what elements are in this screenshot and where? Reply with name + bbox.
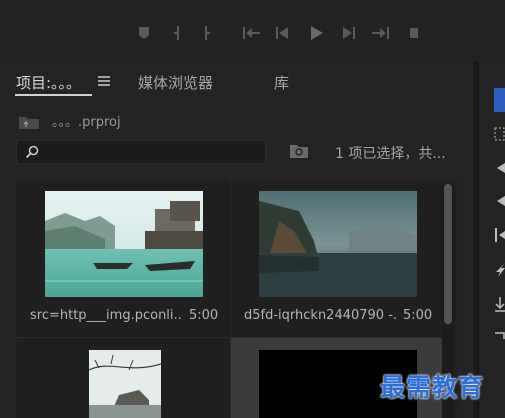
clip-item[interactable]: d5fd-iqrhckn2440790 -... 5:00 <box>231 180 443 336</box>
clip-thumbnail <box>89 350 161 418</box>
mark-out-icon <box>205 26 210 40</box>
ripple-edit-tool-icon[interactable] <box>494 160 505 178</box>
step-back-icon <box>276 27 288 39</box>
search-input[interactable] <box>16 140 266 164</box>
transport-controls <box>128 22 428 44</box>
project-path: 。。。.prproj <box>52 115 121 130</box>
clip-thumbnail <box>259 191 417 297</box>
mark-in-icon <box>174 26 179 40</box>
play-button[interactable] <box>300 22 332 44</box>
tab-media-browser[interactable]: 媒体浏览器 <box>138 72 213 93</box>
program-monitor-panel <box>0 0 505 63</box>
pen-tool-icon[interactable] <box>494 296 505 314</box>
active-tab-indicator <box>15 94 92 96</box>
tab-libraries[interactable]: 库 <box>274 72 289 93</box>
clip-item[interactable]: src=http___img.pconli... 5:00 <box>17 180 229 336</box>
watermark: 最需教育 <box>380 373 485 402</box>
track-select-tool-icon[interactable] <box>494 126 505 144</box>
play-icon <box>311 26 323 40</box>
slip-tool-icon[interactable] <box>494 262 505 280</box>
clip-name: src=http___img.pconli... <box>30 308 182 323</box>
step-forward-icon <box>343 27 355 39</box>
panel-tabs: 项目:。。。 媒体浏览器 库 <box>0 62 474 98</box>
panel-menu-icon[interactable] <box>98 72 112 86</box>
go-to-out-icon <box>372 27 389 39</box>
marker-icon <box>139 27 149 39</box>
clip-duration: 5:00 <box>189 308 219 323</box>
rolling-edit-tool-icon[interactable] <box>494 193 505 211</box>
marker-button[interactable] <box>128 22 160 44</box>
go-to-in-icon <box>243 27 260 39</box>
scrollbar-thumb[interactable] <box>444 184 452 324</box>
clip-item[interactable] <box>17 338 229 418</box>
mark-in-button[interactable] <box>160 22 192 44</box>
step-forward-button[interactable] <box>332 22 364 44</box>
clip-name: d5fd-iqrhckn2440790 -... <box>244 308 396 323</box>
step-back-button[interactable] <box>268 22 300 44</box>
project-panel: 项目:。。。 媒体浏览器 库 。。。.prproj 1 项已选择，共... sr… <box>0 62 474 418</box>
more-icon <box>410 28 418 38</box>
folder-up-icon[interactable] <box>18 114 40 130</box>
tab-project[interactable]: 项目:。。。 <box>16 72 81 93</box>
selection-tool-icon[interactable] <box>494 88 505 112</box>
go-to-in-button[interactable] <box>236 22 268 44</box>
bin-icon[interactable] <box>289 143 309 163</box>
clip-thumbnail <box>45 191 203 297</box>
selection-status: 1 项已选择，共... <box>335 146 446 162</box>
grid-divider <box>230 180 231 418</box>
more-controls-button[interactable] <box>396 22 428 44</box>
go-to-out-button[interactable] <box>364 22 396 44</box>
mark-out-button[interactable] <box>192 22 224 44</box>
search-icon <box>25 145 39 159</box>
hand-tool-icon[interactable] <box>494 326 505 344</box>
razor-tool-icon[interactable] <box>494 227 505 245</box>
grid-divider <box>17 337 457 338</box>
clip-duration: 5:00 <box>403 308 433 323</box>
